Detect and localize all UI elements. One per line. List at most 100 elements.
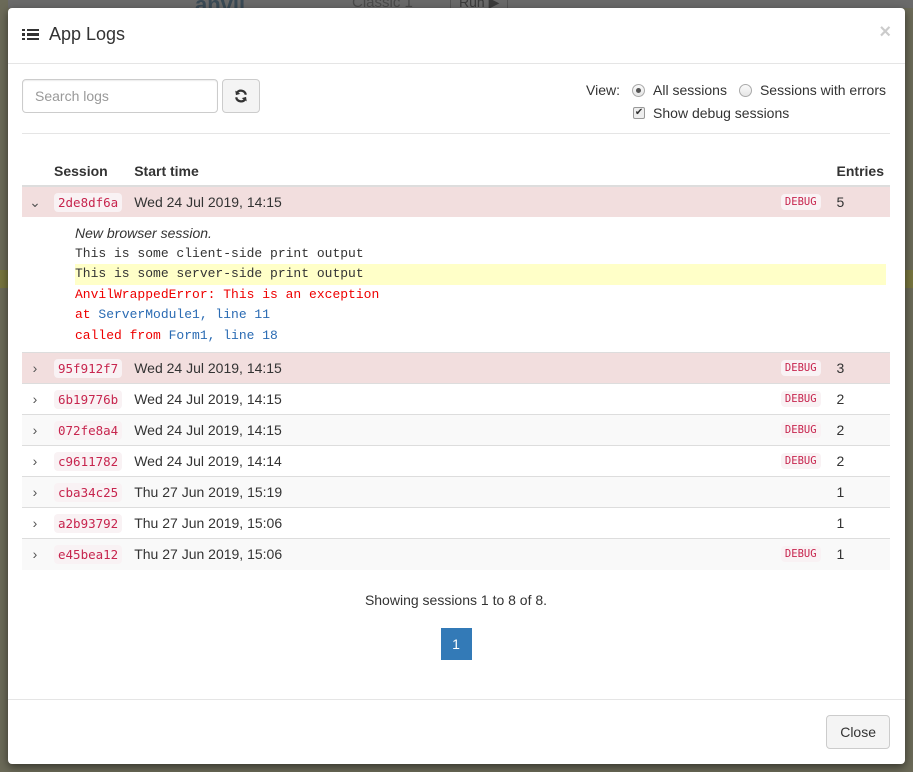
chevron-right-icon[interactable]: ›	[22, 352, 48, 384]
session-id-cell: 2de8df6a	[48, 185, 129, 217]
traceback-prefix: at	[75, 307, 99, 322]
modal-title: App Logs	[22, 24, 125, 45]
session-id-cell: c9611782	[48, 445, 129, 477]
search-logs-input[interactable]	[22, 79, 218, 113]
table-header-row: Session Start time Entries	[22, 154, 890, 187]
show-debug-checkbox[interactable]: ✔	[633, 107, 646, 119]
log-entries: New browser session. This is some client-…	[22, 217, 890, 353]
log-traceback-line: called from Form1, line 18	[75, 326, 886, 347]
chevron-right-icon[interactable]: ›	[22, 476, 48, 508]
session-row[interactable]: ⌄ 2de8df6a Wed 24 Jul 2019, 14:15 DEBUG 5	[22, 185, 890, 217]
start-time-cell: Wed 24 Jul 2019, 14:15 DEBUG	[128, 414, 831, 446]
session-row[interactable]: › a2b93792 Thu 27 Jun 2019, 15:06 1	[22, 507, 890, 539]
session-id[interactable]: cba34c25	[54, 483, 123, 502]
column-header-session: Session	[48, 154, 129, 187]
start-time: Thu 27 Jun 2019, 15:06	[134, 515, 283, 531]
session-id-cell: cba34c25	[48, 476, 129, 508]
session-id[interactable]: 6b19776b	[54, 390, 123, 409]
session-id[interactable]: 2de8df6a	[54, 193, 123, 212]
start-time-cell: Thu 27 Jun 2019, 15:19	[128, 476, 831, 508]
start-time: Wed 24 Jul 2019, 14:15	[134, 194, 282, 210]
session-row[interactable]: › cba34c25 Thu 27 Jun 2019, 15:19 1	[22, 476, 890, 508]
all-sessions-radio[interactable]	[632, 83, 646, 97]
session-id[interactable]: e45bea12	[54, 545, 123, 565]
session-row[interactable]: › 072fe8a4 Wed 24 Jul 2019, 14:15 DEBUG 2	[22, 414, 890, 446]
log-traceback-line: at ServerModule1, line 11	[75, 305, 886, 326]
modal-footer: Close	[8, 699, 905, 764]
start-time: Wed 24 Jul 2019, 14:15	[134, 422, 282, 438]
background-highlight	[0, 270, 8, 288]
traceback-location-link[interactable]: Form1, line 18	[169, 328, 278, 343]
session-row[interactable]: › c9611782 Wed 24 Jul 2019, 14:14 DEBUG 2	[22, 445, 890, 477]
session-id-cell: 072fe8a4	[48, 414, 129, 446]
page-1-button[interactable]: 1	[440, 627, 472, 660]
session-row[interactable]: › e45bea12 Thu 27 Jun 2019, 15:06 DEBUG 1	[22, 538, 890, 570]
session-id[interactable]: a2b93792	[54, 514, 123, 533]
entries-count: 3	[830, 352, 890, 384]
session-id[interactable]: 95f912f7	[54, 359, 123, 378]
background-highlight	[905, 270, 913, 288]
traceback-location-link[interactable]: ServerModule1, line 11	[98, 307, 270, 322]
column-header-start-time: Start time	[128, 154, 831, 187]
show-debug-label[interactable]: Show debug sessions	[653, 105, 789, 121]
app-logs-modal: App Logs × View: All sessions	[8, 8, 905, 764]
start-time-cell: Thu 27 Jun 2019, 15:06	[128, 507, 831, 539]
log-info-line: New browser session.	[75, 225, 212, 241]
list-icon	[22, 28, 39, 42]
refresh-button[interactable]	[222, 79, 260, 113]
log-toolbar: View: All sessions Sessions with errors …	[22, 64, 890, 134]
chevron-down-icon[interactable]: ⌄	[22, 185, 48, 217]
expanded-log-row: New browser session. This is some client-…	[22, 217, 890, 353]
refresh-icon	[235, 89, 247, 103]
view-options: View: All sessions Sessions with errors …	[586, 81, 886, 122]
session-id-cell: e45bea12	[48, 538, 129, 570]
background-run-button: Run ▶	[450, 0, 509, 10]
all-sessions-label[interactable]: All sessions	[653, 82, 727, 98]
chevron-right-icon[interactable]: ›	[22, 445, 48, 477]
chevron-right-icon[interactable]: ›	[22, 383, 48, 415]
background-edge	[0, 0, 8, 772]
session-id[interactable]: c9611782	[54, 452, 123, 471]
close-icon[interactable]: ×	[879, 22, 891, 42]
entries-count: 2	[830, 414, 890, 446]
start-time: Wed 24 Jul 2019, 14:15	[134, 360, 282, 376]
sessions-table: Session Start time Entries ⌄ 2de8df6a Wed …	[22, 154, 890, 570]
modal-body: View: All sessions Sessions with errors …	[22, 64, 890, 660]
modal-title-text: App Logs	[49, 24, 126, 44]
start-time-cell: Wed 24 Jul 2019, 14:15 DEBUG	[128, 352, 831, 384]
session-id-cell: 6b19776b	[48, 383, 129, 415]
start-time-cell: Wed 24 Jul 2019, 14:14 DEBUG	[128, 445, 831, 477]
session-id-cell: a2b93792	[48, 507, 129, 539]
start-time-cell: Wed 24 Jul 2019, 14:15 DEBUG	[128, 185, 831, 217]
session-row[interactable]: › 95f912f7 Wed 24 Jul 2019, 14:15 DEBUG 3	[22, 352, 890, 384]
sessions-with-errors-label[interactable]: Sessions with errors	[760, 82, 886, 98]
entries-count: 1	[830, 538, 890, 570]
header-spacer	[22, 154, 48, 187]
session-id-cell: 95f912f7	[48, 352, 129, 384]
chevron-right-icon[interactable]: ›	[22, 507, 48, 539]
session-row[interactable]: › 6b19776b Wed 24 Jul 2019, 14:15 DEBUG 2	[22, 383, 890, 415]
close-button[interactable]: Close	[826, 715, 890, 749]
debug-badge: DEBUG	[780, 546, 821, 563]
start-time-cell: Thu 27 Jun 2019, 15:06 DEBUG	[128, 538, 831, 570]
entries-count: 2	[830, 383, 890, 415]
traceback-prefix: called from	[75, 327, 169, 343]
sessions-with-errors-radio[interactable]	[738, 83, 752, 97]
start-time-cell: Wed 24 Jul 2019, 14:15 DEBUG	[128, 383, 831, 415]
entries-count: 5	[830, 185, 890, 217]
entries-count: 1	[830, 507, 890, 539]
pagination: 1	[22, 627, 890, 660]
entries-count: 2	[830, 445, 890, 477]
session-id[interactable]: 072fe8a4	[54, 421, 123, 440]
view-label: View:	[586, 82, 621, 98]
log-client-print: This is some client-side print output	[75, 245, 364, 261]
chevron-right-icon[interactable]: ›	[22, 538, 48, 570]
start-time: Thu 27 Jun 2019, 15:19	[134, 484, 283, 500]
log-server-print: This is some server-side print output	[75, 264, 886, 285]
debug-badge: DEBUG	[780, 391, 821, 407]
start-time: Wed 24 Jul 2019, 14:14	[134, 453, 282, 469]
debug-badge: DEBUG	[780, 453, 821, 469]
start-time: Wed 24 Jul 2019, 14:15	[134, 391, 282, 407]
log-error-message: AnvilWrappedError: This is an exception	[75, 286, 380, 302]
chevron-right-icon[interactable]: ›	[22, 414, 48, 446]
